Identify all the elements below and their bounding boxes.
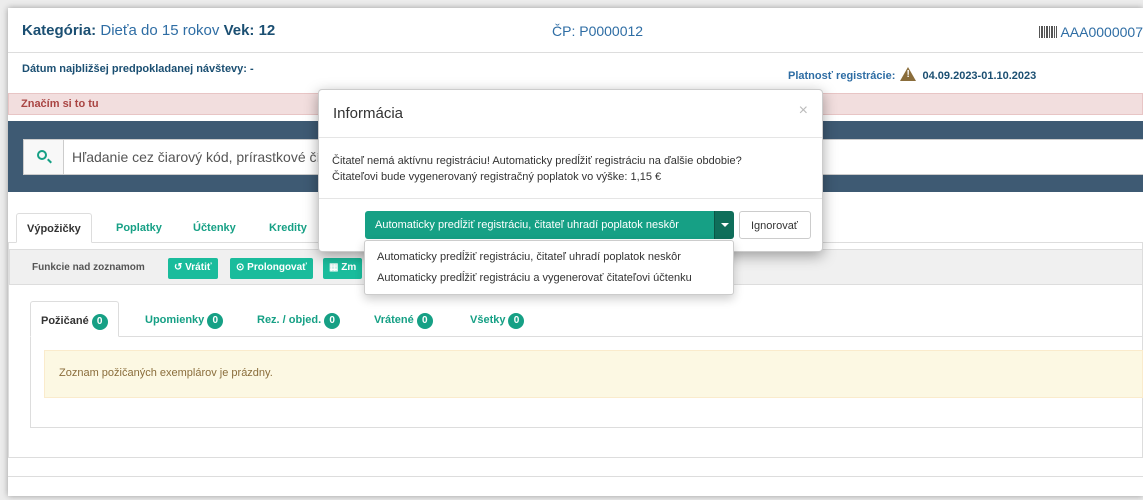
- subtab-label: Všetky: [470, 314, 506, 326]
- tab-kredity[interactable]: Kredity: [259, 213, 317, 243]
- registration-validity: Platnosť registrácie: 04.09.2023-01.10.2…: [788, 67, 1036, 82]
- count-badge: 0: [91, 314, 108, 330]
- dropdown-item-renew-later[interactable]: Automaticky predĺžiť registráciu, čitate…: [377, 251, 681, 263]
- change-label: Zm: [341, 262, 357, 273]
- subtab-upomienky[interactable]: Upomienky 0: [135, 301, 233, 337]
- subtab-vsetky[interactable]: Všetky 0: [460, 301, 534, 337]
- tab-vypozicky[interactable]: Výpožičky: [16, 213, 92, 243]
- loan-subtabs: Požičané 0 Upomienky 0 Rez. / objed. 0 Vrát…: [30, 301, 1143, 337]
- divider: [8, 476, 1143, 477]
- warning-icon: [900, 67, 917, 81]
- subtab-label: Upomienky: [145, 314, 205, 326]
- divider: [319, 198, 822, 199]
- return-button[interactable]: ↺ Vrátiť: [168, 258, 218, 279]
- category-value: Dieťa do 15 rokov: [100, 22, 220, 39]
- count-badge: 0: [508, 313, 525, 329]
- tab-uctenky[interactable]: Účtenky: [183, 213, 246, 243]
- reader-header: Kategória: Dieťa do 15 rokov Vek: 12 ČP:…: [0, 20, 1143, 40]
- age-value: 12: [258, 22, 276, 39]
- info-modal: Informácia × Čitateľ nemá aktívnu regist…: [318, 89, 823, 252]
- category-label: Kategória:: [22, 22, 97, 39]
- change-button[interactable]: ▦ Zm: [323, 258, 363, 279]
- modal-message-line2: Čitateľovi bude vygenerovaný registračný…: [332, 171, 662, 183]
- ignore-button[interactable]: Ignorovať: [739, 211, 811, 239]
- note-text: Značím si to tu: [21, 98, 99, 110]
- registration-dates: 04.09.2023-01.10.2023: [922, 70, 1037, 82]
- modal-message: Čitateľ nemá aktívnu registráciu! Automa…: [332, 153, 742, 185]
- renew-options-dropdown: Automaticky predĺžiť registráciu, čitate…: [364, 240, 734, 295]
- reader-barcode: AAA0000007: [1039, 24, 1143, 40]
- dropdown-item-renew-receipt[interactable]: Automaticky predĺžiť registráciu a vygen…: [377, 272, 692, 284]
- count-badge: 0: [207, 313, 224, 329]
- empty-list-alert: Zoznam požičaných exemplárov je prázdny.: [44, 350, 1143, 398]
- subtab-label: Požičané: [41, 315, 89, 327]
- barcode-value: AAA0000007: [1060, 24, 1143, 40]
- next-visit-date: Dátum najbližšej predpokladanej návštevy…: [22, 63, 254, 75]
- count-badge: 0: [324, 313, 341, 329]
- chevron-down-icon[interactable]: [714, 211, 734, 239]
- count-badge: 0: [416, 313, 433, 329]
- renew-button[interactable]: Automaticky predĺžiť registráciu, čitate…: [365, 211, 714, 239]
- prolong-button[interactable]: ⊙ Prolongovať: [230, 258, 313, 279]
- modal-message-line1: Čitateľ nemá aktívnu registráciu! Automa…: [332, 155, 742, 167]
- subtab-label: Vrátené: [374, 314, 414, 326]
- subtab-label: Rez. / objed.: [257, 314, 322, 326]
- subtab-rez-objed[interactable]: Rez. / objed. 0: [247, 301, 350, 337]
- tab-poplatky[interactable]: Poplatky: [106, 213, 172, 243]
- divider: [8, 52, 1143, 53]
- empty-list-message: Zoznam požičaných exemplárov je prázdny.: [59, 367, 273, 379]
- modal-title: Informácia: [333, 105, 404, 122]
- reader-cp: ČP: P0000012: [552, 23, 644, 39]
- toolbar-label: Funkcie nad zoznamom: [32, 262, 145, 273]
- return-label: Vrátiť: [185, 262, 212, 273]
- close-icon[interactable]: ×: [799, 102, 808, 120]
- registration-label: Platnosť registrácie:: [788, 70, 896, 82]
- age-label: Vek:: [223, 22, 255, 39]
- prolong-label: Prolongovať: [247, 262, 307, 273]
- barcode-icon: [1039, 26, 1058, 38]
- subtab-vratene[interactable]: Vrátené 0: [364, 301, 443, 337]
- subtab-pozicane[interactable]: Požičané 0: [30, 301, 119, 337]
- reader-category: Kategória: Dieťa do 15 rokov Vek: 12: [22, 22, 275, 39]
- divider: [319, 137, 822, 138]
- search-icon[interactable]: [24, 140, 64, 174]
